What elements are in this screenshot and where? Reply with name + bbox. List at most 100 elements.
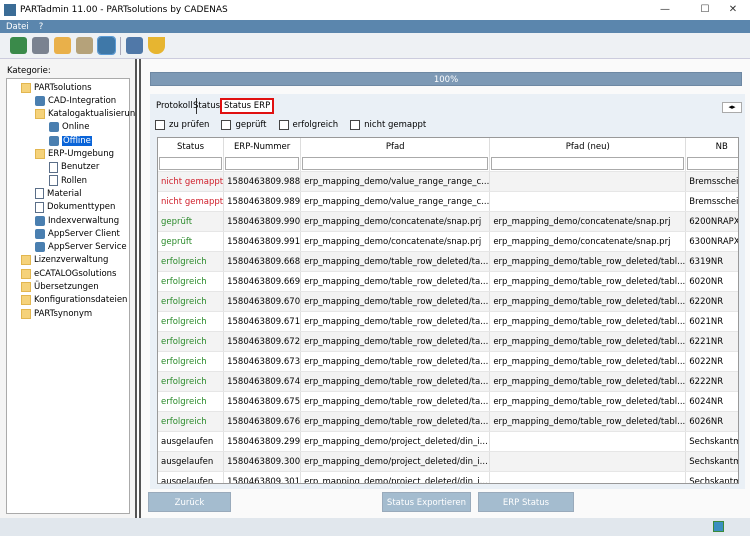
tree-item[interactable]: Rollen: [49, 174, 87, 187]
table-cell: 1580463809.676: [223, 411, 302, 432]
table-cell: erfolgreich: [158, 391, 225, 412]
tree-item-label: Benutzer: [61, 162, 100, 173]
server-icon[interactable]: [32, 37, 49, 54]
menu-help[interactable]: ?: [39, 22, 44, 32]
checkbox[interactable]: [350, 120, 361, 130]
tree-item[interactable]: Online: [49, 121, 89, 134]
column-filter-input[interactable]: [491, 157, 685, 170]
gear-icon: [35, 215, 45, 226]
tree-item[interactable]: Indexverwaltung: [35, 214, 119, 227]
export-erp-status-button[interactable]: ERP Status Exportieren: [478, 492, 574, 528]
checkbox[interactable]: [155, 120, 165, 130]
tree-item-label: ERP-Umgebung: [48, 149, 114, 159]
table-cell: 1580463809.300: [223, 451, 302, 472]
filter-erfolgreich[interactable]: erfolgreich: [278, 120, 338, 130]
settings-icon[interactable]: [97, 36, 116, 55]
table-cell: erp_mapping_demo/project_deleted/din_i..…: [300, 471, 491, 483]
table-row[interactable]: nicht gemappt 1580463809.989 erp_mapping_d…: [158, 191, 738, 212]
table-cell: 1580463809.989: [223, 191, 302, 212]
keys-icon[interactable]: [76, 37, 93, 54]
table-cell: erp_mapping_demo/concatenate/snap.prj: [489, 231, 687, 252]
menu-datei[interactable]: Datei: [6, 22, 29, 32]
folder-icon: [21, 82, 31, 93]
table-row[interactable]: geprüft 1580463809.990 erp_mapping_demo/co…: [158, 211, 738, 232]
back-button[interactable]: Zurück: [148, 492, 231, 512]
tree-item[interactable]: Konfigurationsdateien: [21, 294, 127, 307]
filter-zu-pruefen[interactable]: zu prüfen: [155, 120, 209, 130]
tree-item[interactable]: CAD-Integration: [35, 94, 116, 107]
table-row[interactable]: erfolgreich 1580463809.674 erp_mapping_dem…: [158, 371, 738, 392]
tree-item-label: AppServer Client: [48, 228, 120, 239]
column-filter-input[interactable]: [302, 157, 489, 170]
save-icon[interactable]: [126, 37, 143, 54]
filter-nicht-gemappt[interactable]: nicht gemappt: [350, 120, 426, 130]
table-row[interactable]: erfolgreich 1580463809.671 erp_mapping_dem…: [158, 311, 738, 332]
column-filter-input[interactable]: [687, 157, 738, 170]
table-cell: ausgelaufen: [158, 471, 225, 483]
table-cell: 1580463809.991: [223, 231, 302, 252]
column-header[interactable]: Status: [158, 138, 225, 156]
tree-item[interactable]: AppServer Client: [35, 227, 120, 240]
checkbox[interactable]: [221, 120, 232, 130]
tree-item[interactable]: ERP-Umgebung: [35, 148, 114, 161]
tree-icon[interactable]: [54, 37, 71, 54]
table-cell: erfolgreich: [158, 291, 225, 312]
tree-item[interactable]: Übersetzungen: [21, 281, 99, 294]
export-status-button[interactable]: Status Exportieren: [382, 492, 471, 512]
folder-icon: [21, 268, 31, 279]
table-row[interactable]: erfolgreich 1580463809.672 erp_mapping_dem…: [158, 331, 738, 352]
column-header[interactable]: ERP-Nummer: [223, 138, 302, 156]
table-row[interactable]: erfolgreich 1580463809.669 erp_mapping_dem…: [158, 271, 738, 292]
table-cell: 1580463809.299: [223, 431, 302, 452]
table-row[interactable]: ausgelaufen 1580463809.300 erp_mapping_dem…: [158, 451, 738, 472]
tree-item-label: Indexverwaltung: [48, 215, 120, 226]
column-filter-input[interactable]: [225, 157, 300, 170]
table-row[interactable]: ausgelaufen 1580463809.299 erp_mapping_dem…: [158, 431, 738, 452]
table-row[interactable]: erfolgreich 1580463809.670 erp_mapping_dem…: [158, 291, 738, 312]
table-cell: erp_mapping_demo/table_row_deleted/tabl.…: [489, 331, 687, 352]
column-header[interactable]: NB: [685, 138, 738, 156]
tree-item[interactable]: eCATALOGsolutions: [21, 267, 116, 280]
minimize-button[interactable]: —: [648, 0, 682, 20]
table-cell: 6026NR: [685, 411, 738, 432]
refresh-icon[interactable]: [10, 37, 27, 54]
tab-status[interactable]: Status: [190, 98, 223, 114]
checkbox[interactable]: [278, 120, 289, 130]
tab-scroll-arrows[interactable]: ◂▸: [722, 102, 742, 113]
tree-item[interactable]: Benutzer: [49, 161, 99, 174]
table-cell: erp_mapping_demo/project_deleted/din_i..…: [300, 431, 491, 452]
table-row[interactable]: erfolgreich 1580463809.673 erp_mapping_dem…: [158, 351, 738, 372]
tree-item-label: Material: [47, 188, 82, 199]
column-header[interactable]: Pfad (neu): [489, 138, 687, 156]
tree-item[interactable]: Offline: [49, 134, 92, 147]
column-filter-input[interactable]: [159, 157, 223, 170]
folder-icon: [21, 295, 31, 306]
filter-label: zu prüfen: [169, 120, 210, 130]
tree-item[interactable]: PARTsynonym: [21, 307, 92, 320]
close-button[interactable]: ✕: [716, 0, 750, 20]
table-row[interactable]: ausgelaufen 1580463809.301 erp_mapping_dem…: [158, 471, 738, 483]
table-cell: 1580463809.669: [223, 271, 302, 292]
filter-geprueft[interactable]: geprüft: [221, 120, 267, 130]
table-cell: erp_mapping_demo/table_row_deleted/tabl.…: [489, 251, 687, 272]
tree-item[interactable]: AppServer Service: [35, 241, 127, 254]
table-row[interactable]: erfolgreich 1580463809.668 erp_mapping_dem…: [158, 251, 738, 272]
tree-item[interactable]: Lizenzverwaltung: [21, 254, 108, 267]
title-bar: PARTadmin 11.00 - PARTsolutions by CADEN…: [0, 0, 750, 20]
table-row[interactable]: erfolgreich 1580463809.675 erp_mapping_dem…: [158, 391, 738, 412]
tree-item[interactable]: Dokumenttypen: [35, 201, 115, 214]
tree-item[interactable]: PARTsolutions: [21, 81, 92, 94]
tree-item[interactable]: Katalogaktualisierung: [35, 108, 141, 121]
doc-icon: [35, 188, 44, 200]
table-cell: erfolgreich: [158, 331, 225, 352]
shield-icon[interactable]: [148, 37, 165, 54]
table-row[interactable]: geprüft 1580463809.991 erp_mapping_demo/co…: [158, 231, 738, 252]
tab-status-erp[interactable]: Status ERP: [220, 98, 275, 114]
folder-icon: [21, 255, 31, 266]
column-header[interactable]: Pfad: [300, 138, 491, 156]
table-row[interactable]: erfolgreich 1580463809.676 erp_mapping_dem…: [158, 411, 738, 432]
table-cell: erfolgreich: [158, 311, 225, 332]
tree-item[interactable]: Material: [35, 187, 82, 200]
table-row[interactable]: nicht gemappt 1580463809.988 erp_mapping_d…: [158, 171, 738, 192]
tree-item-label: Rollen: [61, 175, 88, 186]
